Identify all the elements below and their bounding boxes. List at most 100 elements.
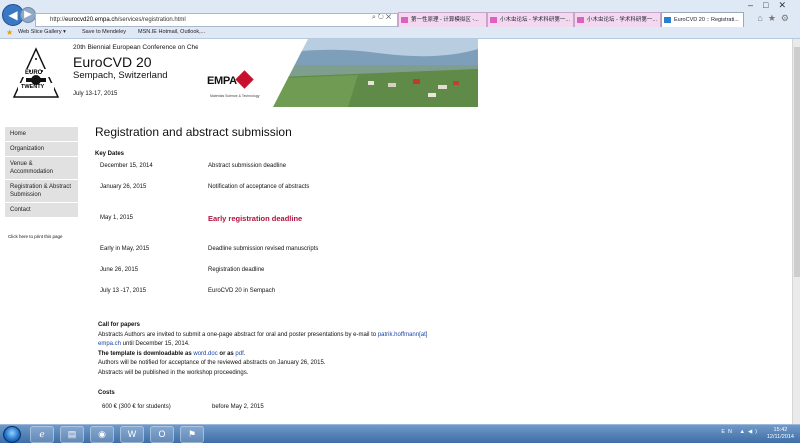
clock-time: 15:42	[773, 427, 788, 433]
conference-place: Sempach, Switzerland	[73, 70, 168, 81]
tab-label: EuroCVD 20 :: Registrati...	[674, 17, 739, 23]
word-taskbar-icon[interactable]: W	[120, 426, 144, 443]
outlook-taskbar-icon[interactable]: O	[150, 426, 174, 443]
back-arrow-icon: ◀	[8, 8, 18, 22]
word-doc-link[interactable]: word.doc	[193, 351, 217, 357]
print-page-link[interactable]: Click here to print this page	[8, 234, 63, 239]
tab-label: 小木虫论坛 - 学术科研第一...	[587, 17, 657, 23]
fav-msn[interactable]: MSN.IE Hotmail, Outlook,...	[138, 26, 205, 39]
chrome-taskbar-icon[interactable]: ◉	[90, 426, 114, 443]
key-date: January 26, 2015	[100, 184, 147, 190]
key-date-event: Deadline submission revised manuscripts	[208, 246, 319, 252]
tab-2[interactable]: 小木虫论坛 - 学术科研第一...	[487, 12, 574, 27]
key-date: Early in May, 2015	[100, 246, 150, 252]
key-date: May 1, 2015	[100, 215, 134, 221]
cfp-line-2: empa.ch until December 15, 2014.	[98, 340, 190, 349]
pdf-link[interactable]: pdf	[235, 351, 243, 357]
conference-name: EuroCVD 20	[73, 54, 152, 70]
key-date-event: Notification of acceptance of abstracts	[208, 184, 310, 190]
cost-deadline: before May 2, 2015	[212, 404, 264, 410]
template-line: The template is downloadable as word.doc…	[98, 350, 245, 359]
key-date-row: July 13 -17, 2015 EuroCVD 20 in Sempach	[0, 288, 792, 298]
favorites-bar: ★ Web Slice Gallery ▾ Save to Mendeley M…	[0, 26, 800, 39]
key-date-event-highlight: Early registration deadline	[208, 214, 303, 223]
home-icon[interactable]: ⌂	[757, 13, 767, 23]
email-link-continued[interactable]: empa.ch	[98, 341, 121, 347]
call-for-papers-heading: Call for papers	[98, 322, 141, 328]
empa-logo-text: EMPA	[207, 75, 237, 87]
key-date: June 26, 2015	[100, 267, 139, 273]
template-text: or as	[219, 351, 234, 357]
cfp-line-5: Abstracts will be published in the works…	[98, 370, 249, 376]
tab-3[interactable]: 小木虫论坛 - 学术科研第一...	[574, 12, 661, 27]
cfp-text: until December 15, 2014.	[121, 341, 190, 347]
page-icon	[664, 17, 671, 23]
browser-icons[interactable]: ⌂★⚙	[757, 13, 794, 24]
favorites-icon[interactable]: ★	[768, 13, 781, 23]
close-icon[interactable]: ✕	[386, 14, 393, 21]
address-bar[interactable]: http://eurocvd20.empa.ch/services/regist…	[35, 13, 398, 27]
acrobat-taskbar-icon[interactable]: ⚑	[180, 426, 204, 443]
cfp-text: Abstracts Authors are invited to submit …	[98, 332, 377, 338]
web-page: EURO TWENTY 20th Biennial European Confe…	[0, 39, 792, 424]
tab-1[interactable]: 第一性原理 - 计算模拟区 -...	[398, 12, 487, 27]
template-text: The template is downloadable as	[98, 351, 192, 357]
url-path: /services/registration.html	[117, 17, 186, 23]
explorer-taskbar-icon[interactable]: ▤	[60, 426, 84, 443]
page-title: Registration and abstract submission	[95, 125, 292, 139]
key-date-row: June 26, 2015 Registration deadline	[0, 267, 792, 277]
key-date: December 15, 2014	[100, 163, 153, 169]
conference-date: July 13-17, 2015	[73, 91, 118, 97]
page-icon	[577, 17, 584, 23]
logo-top-text: EURO	[25, 70, 43, 76]
key-date-event: Abstract submission deadline	[208, 163, 287, 169]
cfp-line-1: Abstracts Authors are invited to submit …	[98, 331, 427, 340]
key-date-event: EuroCVD 20 in Sempach	[208, 288, 276, 294]
ie-taskbar-icon[interactable]: ℯ	[30, 426, 54, 443]
language-indicator[interactable]: EN	[721, 429, 735, 435]
menu-item-home[interactable]: Home	[5, 127, 78, 142]
refresh-icon[interactable]: ↻	[378, 14, 386, 21]
key-date: July 13 -17, 2015	[100, 288, 147, 294]
tab-label: 小木虫论坛 - 学术科研第一...	[500, 17, 570, 23]
eurocvd-logo: EURO TWENTY	[12, 47, 60, 101]
menu-item-organization[interactable]: Organization	[5, 142, 78, 157]
costs-heading: Costs	[98, 390, 115, 396]
volume-icon[interactable]: ◀)	[748, 429, 760, 435]
empa-tagline: Materials Science & Technology	[210, 94, 260, 98]
cost-amount: 600 € (300 € for students)	[102, 404, 171, 410]
clock-date: 12/11/2014	[766, 434, 794, 440]
scrollbar-thumb[interactable]	[794, 47, 800, 277]
page-icon	[401, 17, 408, 23]
email-link[interactable]: patrik.hoffmann[at]	[378, 332, 428, 338]
vertical-scrollbar[interactable]	[792, 39, 800, 424]
url-prefix: http://	[50, 17, 66, 23]
cfp-line-4: Authors will be notified for acceptance …	[98, 360, 326, 366]
window-close-icon[interactable]: ✕	[778, 0, 796, 10]
template-text: .	[243, 351, 246, 357]
key-date-event: Registration deadline	[208, 267, 265, 273]
forward-button[interactable]: ▶	[20, 7, 36, 23]
tab-strip: 第一性原理 - 计算模拟区 -... 小木虫论坛 - 学术科研第一... 小木虫…	[398, 12, 744, 27]
clock[interactable]: 15:42 12/11/2014	[767, 427, 794, 441]
key-date-row: December 15, 2014 Abstract submission de…	[0, 163, 792, 173]
fav-mendeley[interactable]: Save to Mendeley	[82, 26, 126, 39]
tab-4-active[interactable]: EuroCVD 20 :: Registrati...	[661, 12, 744, 27]
system-tray[interactable]: EN ▲◀)	[721, 429, 760, 435]
page-icon	[490, 17, 497, 23]
window-controls[interactable]: –□✕	[748, 0, 796, 11]
network-icon[interactable]: ▲	[739, 429, 747, 435]
start-button-icon[interactable]	[3, 426, 21, 443]
gear-icon[interactable]: ⚙	[781, 13, 794, 23]
key-date-row: January 26, 2015 Notification of accepta…	[0, 184, 792, 194]
maximize-icon[interactable]: □	[763, 0, 778, 10]
windows-taskbar: ℯ ▤ ◉ W O ⚑ EN ▲◀) 15:42 12/11/2014	[0, 424, 800, 443]
fav-web-slice[interactable]: Web Slice Gallery ▾	[18, 26, 66, 39]
key-date-row: Early in May, 2015 Deadline submission r…	[0, 246, 792, 256]
tab-label: 第一性原理 - 计算模拟区 -...	[411, 17, 479, 23]
address-bar-icons[interactable]: ⌕↻✕	[372, 14, 393, 22]
logo-bottom-text: TWENTY	[21, 84, 45, 90]
minimize-icon[interactable]: –	[748, 0, 763, 10]
browser-toolbar: ◀ ▶ http://eurocvd20.empa.ch/services/re…	[0, 0, 800, 39]
favorites-star-icon[interactable]: ★	[6, 26, 13, 39]
